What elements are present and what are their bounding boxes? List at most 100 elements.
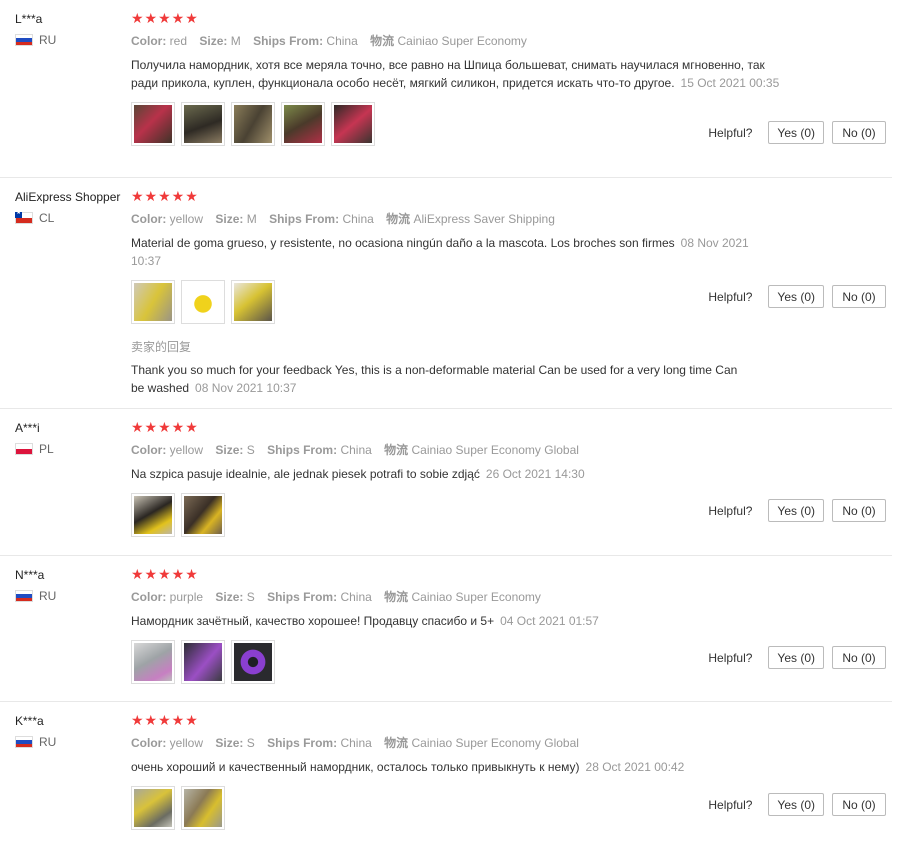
review-date: 04 Oct 2021 01:57 [500,614,599,628]
rating-stars: ★★★★★ [131,188,199,204]
ships-from-label: Ships From: [269,212,340,226]
review-item: AliExpress Shopper CL ★★★★★ Color: yello… [0,178,892,409]
logistics-label: 物流 [370,34,395,48]
reviewer-country: CL [15,209,120,225]
helpful-vote: Helpful? Yes (0) No (0) [708,121,886,144]
reviewer-info: AliExpress Shopper CL [15,190,120,225]
review-item: A***i PL ★★★★★ Color: yellow Size: S Shi… [0,409,892,556]
review-photos [131,493,791,537]
helpful-vote: Helpful? Yes (0) No (0) [708,285,886,308]
helpful-yes-button[interactable]: Yes (0) [768,499,824,522]
helpful-yes-button[interactable]: Yes (0) [768,646,824,669]
seller-reply: Thank you so much for your feedback Yes,… [131,361,751,397]
size-label: Size: [215,736,244,750]
size-value: S [246,443,255,457]
review-photo-thumbnail[interactable] [131,640,175,684]
review-photo-thumbnail[interactable] [181,280,225,324]
review-photos [131,280,791,324]
seller-reply-date: 08 Nov 2021 10:37 [195,381,297,395]
review-body: Намордник зачётный, качество хорошее! Пр… [131,614,495,628]
review-text: Material de goma grueso, y resistente, n… [131,234,781,270]
size-label: Size: [215,590,244,604]
review-photo-thumbnail[interactable] [131,493,175,537]
helpful-no-button[interactable]: No (0) [832,793,886,816]
rating-stars: ★★★★★ [131,712,199,728]
review-photo-thumbnail[interactable] [131,102,175,146]
ships-from-label: Ships From: [253,34,324,48]
helpful-label: Helpful? [708,503,753,518]
size-label: Size: [199,34,228,48]
flag-cl-icon [15,209,33,224]
review-photo-thumbnail[interactable] [181,493,225,537]
logistics-label: 物流 [384,736,409,750]
country-code: PL [39,442,54,456]
order-attributes: Color: yellow Size: M Ships From: China … [131,210,791,227]
flag-ru-icon [15,736,33,748]
reviewer-country: PL [15,442,54,456]
reviewer-info: L***a RU [15,12,56,47]
helpful-no-button[interactable]: No (0) [832,499,886,522]
helpful-vote: Helpful? Yes (0) No (0) [708,646,886,669]
review-photos [131,786,791,830]
ships-from-label: Ships From: [267,736,338,750]
review-photo-thumbnail[interactable] [281,102,325,146]
order-attributes: Color: red Size: M Ships From: China 物流 … [131,32,791,49]
rating-stars: ★★★★★ [131,419,199,435]
review-photo-thumbnail[interactable] [231,280,275,324]
helpful-label: Helpful? [708,797,753,812]
helpful-yes-button[interactable]: Yes (0) [768,793,824,816]
ships-from-value: China [326,34,358,48]
color-label: Color: [131,34,167,48]
reviewer-name: A***i [15,421,40,435]
seller-reply-title: 卖家的回复 [131,340,192,354]
helpful-no-button[interactable]: No (0) [832,285,886,308]
flag-ru-icon [15,34,33,46]
size-value: M [246,212,257,226]
review-photo-thumbnail[interactable] [231,102,275,146]
ships-from-value: China [342,212,374,226]
reviewer-name: K***a [15,714,44,728]
logistics-value: Cainiao Super Economy Global [411,736,579,750]
reviewer-country: RU [15,33,56,47]
country-code: RU [39,735,57,749]
order-attributes: Color: yellow Size: S Ships From: China … [131,441,791,458]
review-photo-thumbnail[interactable] [181,640,225,684]
helpful-label: Helpful? [708,289,753,304]
logistics-label: 物流 [384,443,409,457]
helpful-no-button[interactable]: No (0) [832,121,886,144]
review-photo-thumbnail[interactable] [181,786,225,830]
review-body: Material de goma grueso, y resistente, n… [131,236,675,250]
ships-from-label: Ships From: [267,443,338,457]
country-code: RU [39,33,57,47]
review-body: очень хороший и качественный намордник, … [131,760,580,774]
review-photo-thumbnail[interactable] [331,102,375,146]
reviewer-name: L***a [15,12,43,26]
review-photo-thumbnail[interactable] [131,786,175,830]
color-value: purple [169,590,204,604]
helpful-vote: Helpful? Yes (0) No (0) [708,793,886,816]
review-photo-thumbnail[interactable] [131,280,175,324]
helpful-label: Helpful? [708,125,753,140]
reviewer-name: AliExpress Shopper [15,190,121,204]
helpful-no-button[interactable]: No (0) [832,646,886,669]
review-date: 15 Oct 2021 00:35 [680,76,780,90]
logistics-value: Cainiao Super Economy [411,590,541,604]
size-value: S [246,590,255,604]
review-photo-thumbnail[interactable] [231,640,275,684]
order-attributes: Color: purple Size: S Ships From: China … [131,588,791,605]
review-photo-thumbnail[interactable] [181,102,225,146]
reviewer-country: RU [15,589,56,603]
review-body: Na szpica pasuje idealnie, ale jednak pi… [131,467,480,481]
size-value: S [246,736,255,750]
color-label: Color: [131,736,167,750]
review-text: Намордник зачётный, качество хорошее! Пр… [131,612,781,630]
reviewer-info: N***a RU [15,568,56,603]
review-item: K***a RU ★★★★★ Color: yellow Size: S Shi… [0,702,892,850]
helpful-yes-button[interactable]: Yes (0) [768,121,824,144]
review-body: Получила намордник, хотя все меряла точн… [131,58,765,90]
review-date: 28 Oct 2021 00:42 [585,760,685,774]
helpful-label: Helpful? [708,650,753,665]
helpful-yes-button[interactable]: Yes (0) [768,285,824,308]
order-attributes: Color: yellow Size: S Ships From: China … [131,734,791,751]
reviewer-name: N***a [15,568,45,582]
